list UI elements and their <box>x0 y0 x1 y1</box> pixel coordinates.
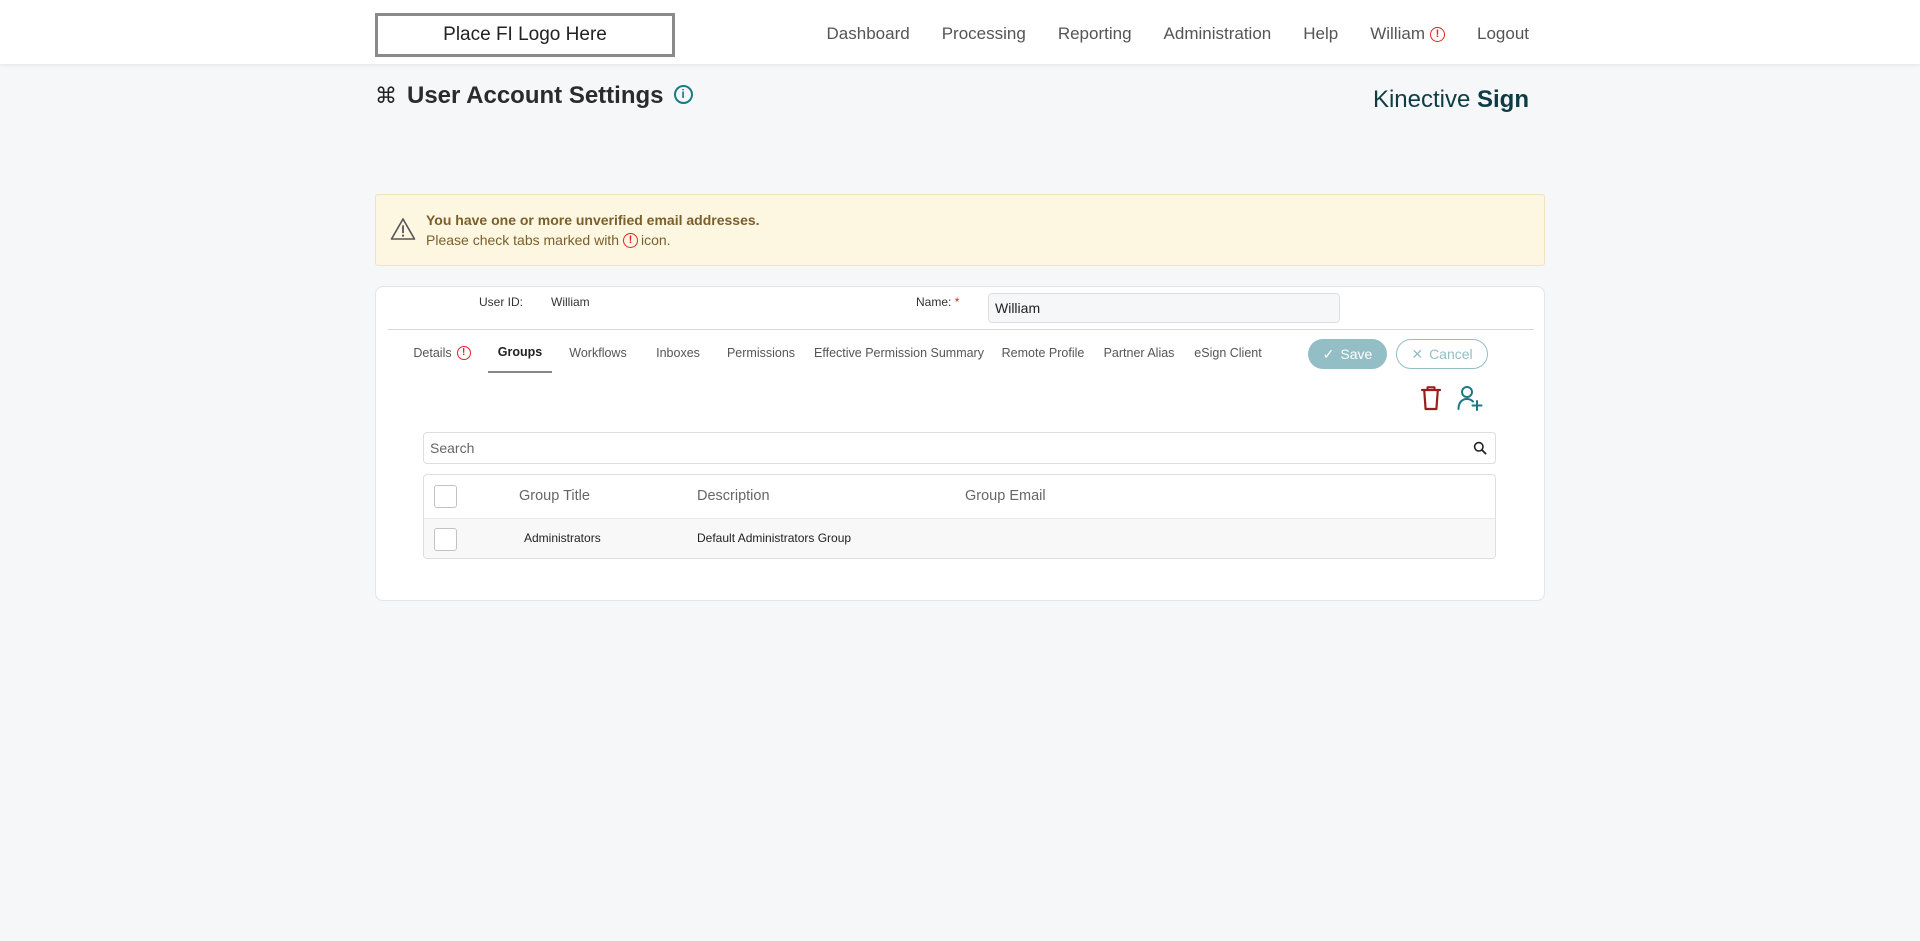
column-group-title[interactable]: Group Title <box>519 488 590 504</box>
select-all-checkbox[interactable] <box>434 485 457 508</box>
row-checkbox[interactable] <box>434 528 457 551</box>
nav-user-label: William <box>1370 24 1425 43</box>
close-icon: ✕ <box>1411 345 1424 362</box>
column-group-email[interactable]: Group Email <box>965 488 1046 504</box>
user-id-label: User ID: <box>479 295 524 309</box>
table-row[interactable]: Administrators Default Administrators Gr… <box>424 519 1495 558</box>
alert-icon: ! <box>622 232 638 248</box>
column-description[interactable]: Description <box>697 488 770 504</box>
cancel-button[interactable]: ✕ Cancel <box>1396 339 1488 369</box>
cancel-label: Cancel <box>1429 346 1473 362</box>
user-id-value: William <box>551 295 590 309</box>
nav-help[interactable]: Help <box>1303 24 1338 44</box>
warning-text-before: Please check tabs marked with <box>426 232 619 248</box>
tab-effective-permission-summary[interactable]: Effective Permission Summary <box>813 333 985 373</box>
groups-table: Group Title Description Group Email Admi… <box>423 474 1496 559</box>
required-mark: * <box>954 295 960 309</box>
brand-bold: Sign <box>1477 86 1529 113</box>
search-icon[interactable] <box>1473 441 1487 455</box>
check-icon: ✓ <box>1322 345 1335 362</box>
main-nav: Dashboard Processing Reporting Administr… <box>827 0 1529 68</box>
save-label: Save <box>1340 346 1373 362</box>
brand-logo: Kinective Sign <box>1373 86 1529 114</box>
name-label-text: Name: <box>916 295 952 309</box>
tab-remote-profile[interactable]: Remote Profile <box>1000 333 1086 373</box>
tab-details-label: Details <box>413 346 452 360</box>
top-bar: Place FI Logo Here Dashboard Processing … <box>0 0 1920 64</box>
tab-permissions[interactable]: Permissions <box>724 333 798 373</box>
logo-placeholder[interactable]: Place FI Logo Here <box>375 13 675 57</box>
info-icon[interactable]: i <box>673 84 693 104</box>
search-input[interactable] <box>424 433 1454 463</box>
add-user-icon[interactable] <box>1456 384 1484 412</box>
save-button[interactable]: ✓ Save <box>1308 339 1387 369</box>
warning-title: You have one or more unverified email ad… <box>426 212 760 228</box>
tab-workflows[interactable]: Workflows <box>565 333 631 373</box>
nav-administration[interactable]: Administration <box>1164 24 1272 44</box>
unverified-email-warning: You have one or more unverified email ad… <box>375 194 1545 266</box>
nav-logout[interactable]: Logout <box>1477 24 1529 44</box>
nav-user-menu[interactable]: William ! <box>1370 24 1445 44</box>
tab-details[interactable]: Details ! <box>410 333 474 373</box>
cell-group-title: Administrators <box>524 531 601 545</box>
name-input[interactable] <box>988 293 1340 323</box>
alert-icon: ! <box>1430 26 1445 42</box>
warning-triangle-icon <box>390 218 416 240</box>
trash-icon[interactable] <box>1419 384 1443 412</box>
nav-processing[interactable]: Processing <box>942 24 1026 44</box>
nav-reporting[interactable]: Reporting <box>1058 24 1132 44</box>
warning-text: Please check tabs marked with ! icon. <box>426 232 671 248</box>
command-icon: ⌘ <box>375 83 397 108</box>
table-header: Group Title Description Group Email <box>424 475 1495 519</box>
page-title: User Account Settings <box>407 82 664 109</box>
user-settings-card: User ID: William Name: * Details ! Group… <box>375 286 1545 601</box>
tab-groups[interactable]: Groups <box>488 333 552 373</box>
name-label: Name: * <box>916 295 959 309</box>
nav-dashboard[interactable]: Dashboard <box>827 24 910 44</box>
group-search <box>423 432 1496 464</box>
brand-light: Kinective <box>1372 86 1471 113</box>
cell-description: Default Administrators Group <box>697 531 852 545</box>
tab-partner-alias[interactable]: Partner Alias <box>1100 333 1178 373</box>
page-header: ⌘ User Account Settings i <box>375 82 693 110</box>
tab-esign-client[interactable]: eSign Client <box>1192 333 1264 373</box>
tab-inboxes[interactable]: Inboxes <box>653 333 703 373</box>
alert-icon: ! <box>456 346 471 360</box>
header-divider <box>388 329 1534 330</box>
warning-text-after: icon. <box>640 232 671 248</box>
